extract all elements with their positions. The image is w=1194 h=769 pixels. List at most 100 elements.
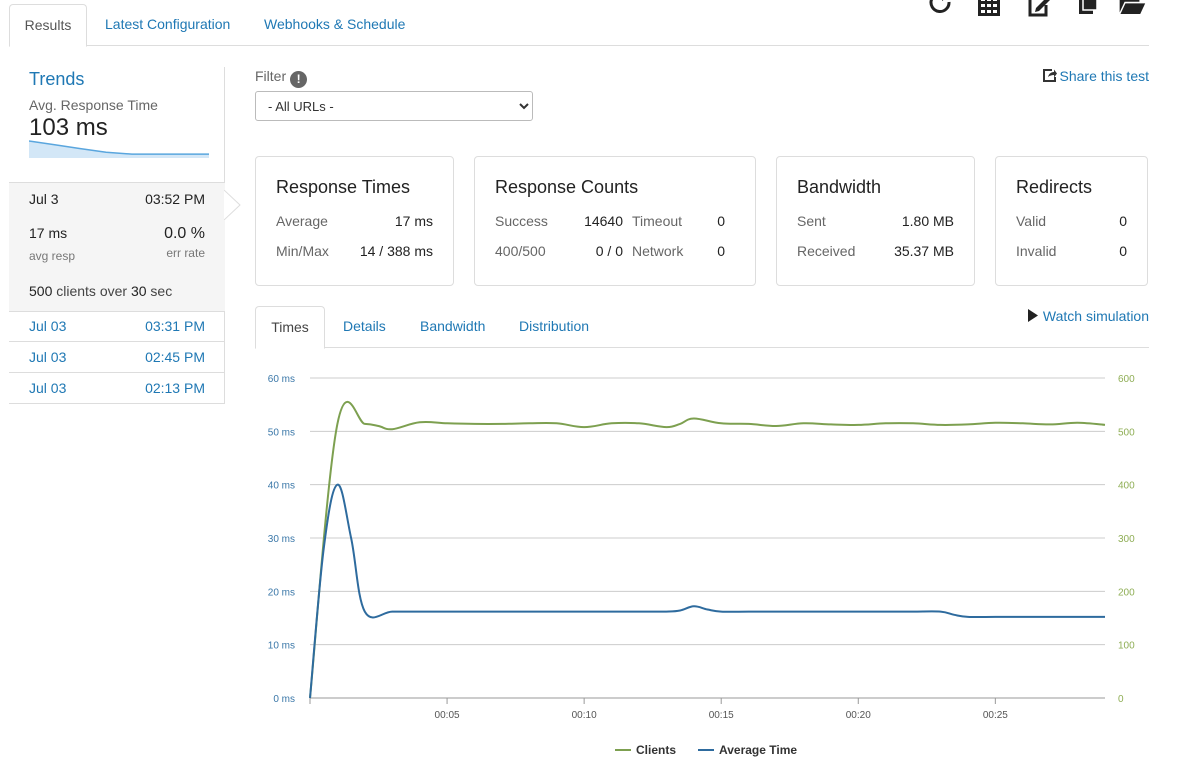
history-item[interactable]: Jul 03 02:45 PM bbox=[9, 342, 225, 373]
left-axis-tick: 0 ms bbox=[273, 694, 295, 705]
average-value: 17 ms bbox=[394, 213, 433, 229]
left-axis-tick: 40 ms bbox=[268, 481, 295, 492]
right-axis-tick: 400 bbox=[1118, 481, 1135, 492]
current-date: Jul 3 bbox=[29, 191, 59, 207]
clients-summary: 500 clients over 30 sec bbox=[29, 283, 172, 299]
history-time: 02:13 PM bbox=[145, 380, 205, 396]
history-time: 03:31 PM bbox=[145, 318, 205, 334]
received-value: 35.37 MB bbox=[894, 243, 954, 259]
valid-label: Valid bbox=[1016, 213, 1047, 229]
network-label: Network bbox=[632, 243, 684, 259]
current-time: 03:52 PM bbox=[145, 191, 205, 207]
network-value: 0 bbox=[717, 243, 725, 259]
share-label: Share this test bbox=[1059, 68, 1150, 84]
toolbar bbox=[928, 0, 1158, 22]
sent-label: Sent bbox=[797, 213, 826, 229]
response-times-chart: 0 ms 0 10 ms 100 20 ms 200 30 ms 300 40 ms 400 50 … bbox=[268, 374, 1135, 757]
x-axis-tick: 00:20 bbox=[846, 710, 871, 721]
refresh-icon[interactable] bbox=[928, 0, 956, 18]
bandwidth-card: Bandwidth Sent 1.80 MB Received 35.37 MB bbox=[776, 156, 975, 286]
x-axis-tick: 00:10 bbox=[572, 710, 597, 721]
share-icon bbox=[1042, 69, 1057, 82]
history-item[interactable]: Jul 03 03:31 PM bbox=[9, 311, 225, 342]
card-title: Bandwidth bbox=[797, 177, 882, 197]
trends-sidebar: Trends Avg. Response Time 103 ms Jul 3 0… bbox=[9, 67, 241, 404]
response-times-card: Response Times Average 17 ms Min/Max 14 … bbox=[255, 156, 454, 286]
left-axis-tick: 10 ms bbox=[268, 641, 295, 652]
avg-response-label: Avg. Response Time bbox=[29, 97, 158, 113]
share-test-link[interactable]: Share this test bbox=[1042, 68, 1150, 84]
duration-unit: sec bbox=[150, 283, 173, 299]
play-icon bbox=[1027, 309, 1038, 322]
history-item[interactable]: Jul 03 02:13 PM bbox=[9, 373, 225, 404]
right-axis-tick: 200 bbox=[1118, 587, 1135, 598]
history-time: 02:45 PM bbox=[145, 349, 205, 365]
selected-arrow-icon bbox=[224, 190, 241, 220]
filter-label-text: Filter bbox=[255, 68, 287, 84]
minmax-label: Min/Max bbox=[276, 243, 329, 259]
error-400-500-label: 400/500 bbox=[495, 243, 546, 259]
clients-text: clients over bbox=[56, 283, 128, 299]
current-err-rate: 0.0 % bbox=[164, 225, 205, 242]
response-counts-card: Response Counts Success 14640 Timeout 0 … bbox=[474, 156, 756, 286]
tab-webhooks-schedule[interactable]: Webhooks & Schedule bbox=[264, 4, 405, 45]
minmax-value: 14 / 388 ms bbox=[359, 243, 433, 259]
average-label: Average bbox=[276, 213, 328, 229]
history-date: Jul 03 bbox=[29, 349, 67, 365]
watch-label: Watch simulation bbox=[1042, 308, 1149, 324]
tab-results[interactable]: Results bbox=[9, 4, 87, 47]
trends-title[interactable]: Trends bbox=[29, 69, 84, 90]
info-icon[interactable]: ! bbox=[290, 71, 308, 88]
right-axis-tick: 600 bbox=[1118, 374, 1135, 385]
right-axis-tick: 500 bbox=[1118, 427, 1135, 438]
current-test-summary[interactable]: Jul 3 03:52 PM 17 ms avg resp 0.0 % err … bbox=[9, 182, 241, 312]
right-axis-tick: 0 bbox=[1118, 694, 1124, 705]
right-axis-tick: 300 bbox=[1118, 534, 1135, 545]
invalid-label: Invalid bbox=[1016, 243, 1057, 259]
copy-icon[interactable] bbox=[1073, 0, 1101, 18]
timeout-label: Timeout bbox=[632, 213, 683, 229]
redirects-card: Redirects Valid 0 Invalid 0 bbox=[995, 156, 1148, 286]
folder-open-icon[interactable] bbox=[1118, 0, 1146, 18]
history-date: Jul 03 bbox=[29, 318, 67, 334]
edit-icon[interactable] bbox=[1025, 0, 1053, 18]
tab-times[interactable]: Times bbox=[255, 306, 325, 349]
success-label: Success bbox=[495, 213, 548, 229]
test-history-list: Jul 03 03:31 PM Jul 03 02:45 PM Jul 03 0… bbox=[9, 311, 225, 404]
tab-latest-configuration[interactable]: Latest Configuration bbox=[105, 4, 230, 45]
tab-bandwidth[interactable]: Bandwidth bbox=[420, 306, 485, 347]
left-axis-tick: 20 ms bbox=[268, 587, 295, 598]
legend-label: Clients bbox=[636, 743, 676, 757]
err-rate-label: err rate bbox=[166, 246, 205, 260]
right-axis-tick: 100 bbox=[1118, 641, 1135, 652]
tab-distribution[interactable]: Distribution bbox=[519, 306, 589, 347]
received-label: Received bbox=[797, 243, 856, 259]
trend-sparkline bbox=[29, 140, 209, 158]
left-axis-tick: 30 ms bbox=[268, 534, 295, 545]
card-title: Response Counts bbox=[495, 177, 639, 197]
card-title: Redirects bbox=[1016, 177, 1093, 197]
left-axis-tick: 60 ms bbox=[268, 374, 295, 385]
invalid-value: 0 bbox=[1119, 243, 1127, 259]
calculator-icon[interactable] bbox=[975, 0, 1003, 18]
sent-value: 1.80 MB bbox=[901, 213, 954, 229]
x-axis-tick: 00:25 bbox=[983, 710, 1008, 721]
timeout-value: 0 bbox=[717, 213, 725, 229]
filter-label: Filter! bbox=[255, 68, 308, 88]
history-date: Jul 03 bbox=[29, 380, 67, 396]
tab-details[interactable]: Details bbox=[343, 306, 386, 347]
clients-count: 500 bbox=[29, 283, 53, 299]
x-axis-tick: 00:05 bbox=[435, 710, 460, 721]
valid-value: 0 bbox=[1119, 213, 1127, 229]
avg-resp-label: avg resp bbox=[29, 249, 76, 263]
current-avg-resp: 17 ms bbox=[29, 225, 68, 241]
x-axis-tick: 00:15 bbox=[709, 710, 734, 721]
card-title: Response Times bbox=[276, 177, 411, 197]
watch-simulation-link[interactable]: Watch simulation bbox=[1027, 308, 1149, 324]
chart-tabs: Times Details Bandwidth Distribution bbox=[255, 306, 1149, 349]
error-400-500-value: 0 / 0 bbox=[595, 243, 623, 259]
duration-value: 30 bbox=[130, 283, 147, 299]
url-filter-select[interactable]: - All URLs - bbox=[255, 91, 533, 121]
legend-label: Average Time bbox=[719, 743, 797, 757]
avg-response-value: 103 ms bbox=[29, 114, 108, 141]
